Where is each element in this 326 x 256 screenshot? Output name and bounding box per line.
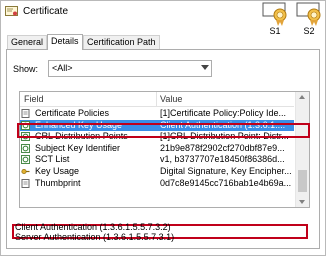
document-icon: [21, 109, 30, 118]
tab-details[interactable]: Details: [47, 34, 83, 50]
field-name: Subject Key Identifier: [35, 142, 121, 153]
field-name: Certificate Policies: [35, 108, 110, 118]
certificate-icon: [5, 5, 18, 16]
list-item[interactable]: Key Usage Digital Signature, Key Encipher…: [20, 166, 294, 178]
key-icon: [21, 168, 30, 175]
column-divider[interactable]: [156, 92, 157, 106]
list-item[interactable]: SCT List v1, b3737707e18450f86386d...: [20, 154, 294, 166]
field-value: 0d7c8e9145cc716bab1e4b69a...: [160, 177, 292, 188]
certificate-seal-icon: [262, 2, 287, 26]
field-value: 21b9e878f2902cf270dbf87e9...: [160, 142, 285, 153]
show-dropdown[interactable]: <All>: [48, 60, 212, 77]
field-value: Digital Signature, Key Encipher...: [160, 165, 292, 176]
field-list[interactable]: Field Value Certificate Policies [1]Certi…: [19, 91, 310, 208]
field-value: [1]CRL Distribution Point: Distr...: [160, 131, 289, 142]
badge-label: S2: [303, 26, 315, 36]
field-value: [1]Certificate Policy:Policy Ide...: [160, 108, 287, 118]
list-item[interactable]: Thumbprint 0d7c8e9145cc716bab1e4b69a...: [20, 178, 294, 190]
window-title: Certificate: [23, 5, 69, 17]
extension-icon: [21, 120, 30, 130]
list-item[interactable]: Subject Key Identifier 21b9e878f2902cf270…: [20, 143, 294, 155]
field-name: Key Usage: [35, 165, 80, 176]
column-header-field[interactable]: Field: [24, 94, 44, 104]
certificate-seal-icon: [296, 2, 321, 26]
list-item[interactable]: CRL Distribution Points [1]CRL Distributi…: [20, 131, 294, 143]
extension-icon: [21, 155, 30, 165]
field-name: Enhanced Key Usage: [35, 119, 123, 130]
detail-pane[interactable]: Client Authentication (1.3.6.1.5.5.7.3.2…: [15, 222, 307, 246]
list-item[interactable]: Enhanced Key Usage Client Authentication …: [20, 119, 294, 132]
scroll-up-icon[interactable]: [299, 95, 305, 99]
tab-bar: General Details Certification Path: [7, 34, 267, 50]
column-header-value[interactable]: Value: [160, 94, 182, 104]
scrollbar-thumb[interactable]: [298, 170, 307, 192]
list-rows: Certificate Policies [1]Certificate Polic…: [20, 108, 294, 189]
list-header: Field Value: [20, 92, 294, 107]
tab-certification-path[interactable]: Certification Path: [83, 35, 160, 49]
title-bar: Certificate: [1, 3, 251, 19]
field-name: SCT List: [35, 154, 70, 165]
extension-icon: [21, 143, 30, 153]
show-label: Show:: [13, 64, 39, 74]
detail-line: Server Authentication (1.3.6.1.5.5.7.3.1…: [15, 232, 175, 242]
list-item[interactable]: Certificate Policies [1]Certificate Polic…: [20, 108, 294, 120]
detail-line: Client Authentication (1.3.6.1.5.5.7.3.2…: [15, 222, 171, 232]
field-value: v1, b3737707e18450f86386d...: [160, 154, 285, 165]
chevron-down-icon: [201, 65, 209, 70]
scroll-down-icon[interactable]: [299, 200, 305, 204]
badge-s2: S2: [292, 2, 326, 42]
extension-icon: [21, 132, 30, 142]
field-name: Thumbprint: [35, 177, 81, 188]
field-value: Client Authentication (1.3.6.1....: [160, 119, 286, 130]
show-selected-value: <All>: [52, 63, 73, 73]
document-icon: [21, 178, 30, 188]
vertical-scrollbar[interactable]: [295, 92, 309, 207]
tab-general[interactable]: General: [7, 35, 48, 49]
field-name: CRL Distribution Points: [35, 131, 128, 142]
